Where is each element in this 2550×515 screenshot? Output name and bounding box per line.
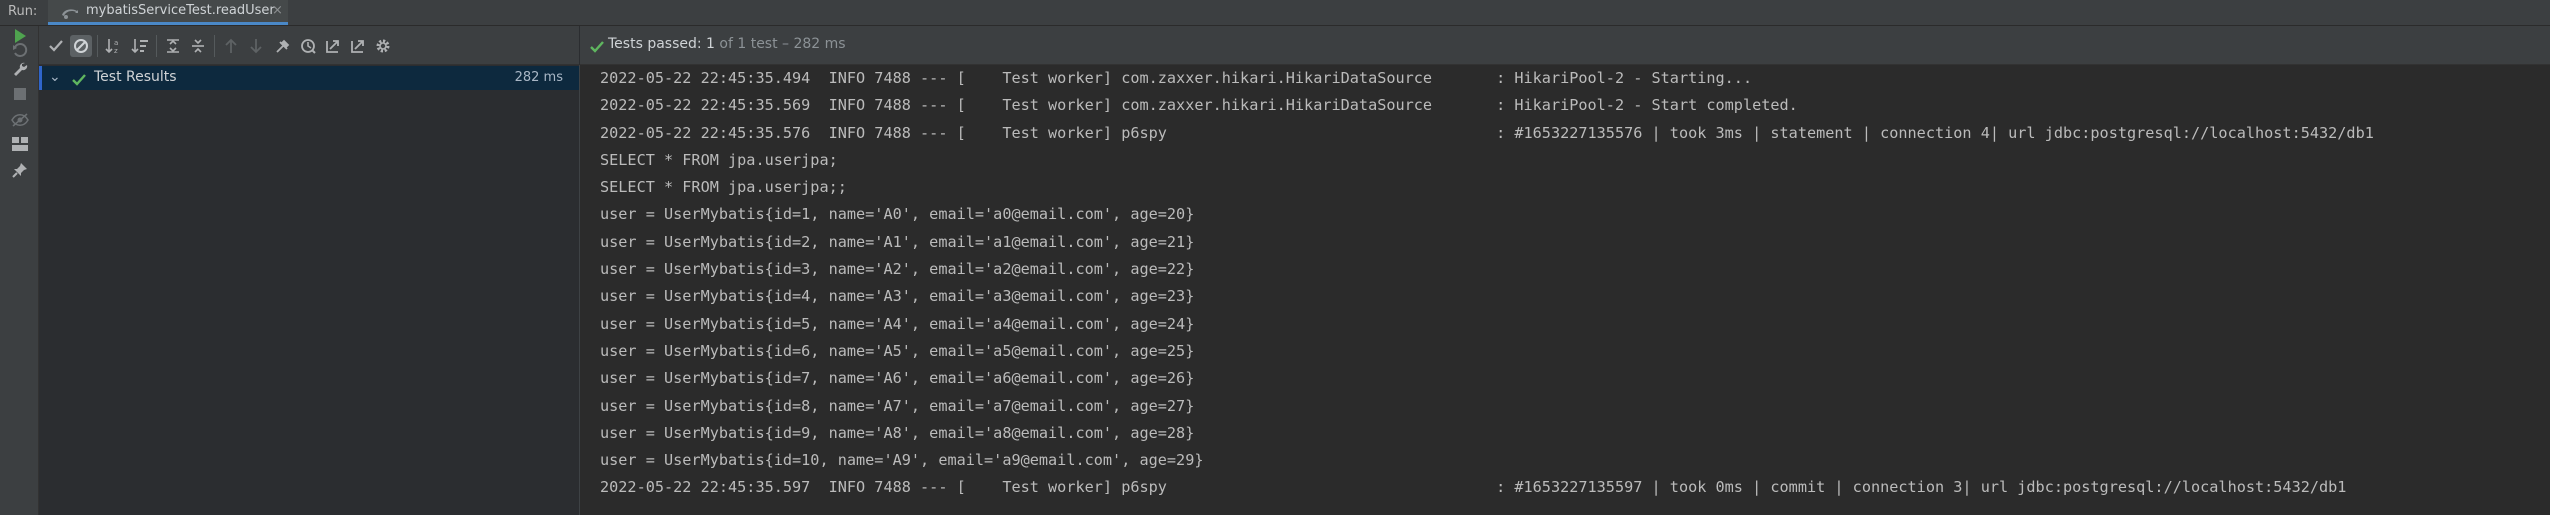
- console-line: user = UserMybatis{id=1, name='A0', emai…: [600, 205, 1195, 224]
- history-icon[interactable]: [297, 35, 319, 57]
- show-ignored-icon[interactable]: [70, 35, 92, 57]
- stop-icon[interactable]: [10, 84, 30, 104]
- tests-passed-count: Tests passed: 1: [608, 36, 715, 52]
- layout-icon[interactable]: [10, 134, 30, 154]
- eye-icon[interactable]: [10, 110, 30, 130]
- console-line: user = UserMybatis{id=2, name='A1', emai…: [600, 232, 1195, 251]
- settings-gear-icon[interactable]: [372, 35, 394, 57]
- test-passed-icon: [72, 71, 86, 90]
- console-line: user = UserMybatis{id=7, name='A6', emai…: [600, 369, 1195, 388]
- tree-row-duration: 282 ms: [514, 70, 563, 85]
- console-lines: 2022-05-22 22:45:35.494 INFO 7488 --- [ …: [600, 65, 2550, 502]
- console-output[interactable]: 2022-05-22 22:45:35.494 INFO 7488 --- [ …: [580, 65, 2550, 515]
- test-runner-toolbar: az: [39, 26, 579, 65]
- console-line: user = UserMybatis{id=9, name='A8', emai…: [600, 423, 1195, 442]
- console-line: user = UserMybatis{id=5, name='A4', emai…: [600, 314, 1195, 333]
- tab-run-configuration[interactable]: mybatisServiceTest.readUser ×: [48, 0, 288, 25]
- previous-failed-icon[interactable]: [220, 35, 242, 57]
- left-tool-strip: [0, 26, 39, 515]
- tests-passed-detail: of 1 test – 282 ms: [714, 36, 846, 52]
- console-line: SELECT * FROM jpa.userjpa;: [600, 150, 838, 169]
- export-icon[interactable]: [322, 35, 344, 57]
- console-line: SELECT * FROM jpa.userjpa;;: [600, 178, 847, 197]
- svg-text:z: z: [114, 47, 118, 54]
- toolbar-separator: [214, 35, 215, 57]
- tab-title: mybatisServiceTest.readUser: [86, 3, 275, 18]
- rerun-failed-icon[interactable]: [10, 40, 30, 60]
- console-line: 2022-05-22 22:45:35.569 INFO 7488 --- [ …: [600, 96, 1798, 115]
- console-line: user = UserMybatis{id=6, name='A5', emai…: [600, 341, 1195, 360]
- wrench-icon[interactable]: [10, 59, 30, 79]
- run-label: Run:: [8, 4, 38, 19]
- sort-alpha-icon[interactable]: az: [103, 35, 125, 57]
- open-external-icon[interactable]: [347, 35, 369, 57]
- test-results-tree: ⌄ Test Results 282 ms: [39, 65, 580, 515]
- console-line: user = UserMybatis{id=3, name='A2', emai…: [600, 260, 1195, 279]
- tests-passed-summary: Tests passed: 1 of 1 test – 282 ms: [608, 36, 846, 52]
- console-line: 2022-05-22 22:45:35.494 INFO 7488 --- [ …: [600, 69, 1753, 87]
- console-line: 2022-05-22 22:45:35.597 INFO 7488 --- [ …: [600, 478, 2347, 497]
- toolbar-separator: [97, 35, 98, 57]
- next-failed-icon[interactable]: [245, 35, 267, 57]
- pin-icon[interactable]: [10, 160, 30, 180]
- tree-row-label: Test Results: [94, 69, 177, 85]
- show-passed-icon[interactable]: [45, 35, 67, 57]
- collapse-all-icon[interactable]: [187, 35, 209, 57]
- import-tests-icon[interactable]: [272, 35, 294, 57]
- chevron-down-icon[interactable]: ⌄: [49, 69, 61, 85]
- test-config-icon: [60, 5, 80, 24]
- test-status-bar: Tests passed: 1 of 1 test – 282 ms: [580, 26, 2550, 65]
- tree-row-test-results[interactable]: ⌄ Test Results 282 ms: [39, 66, 579, 90]
- console-line: user = UserMybatis{id=8, name='A7', emai…: [600, 396, 1195, 415]
- toolbar-separator: [156, 35, 157, 57]
- run-tool-window-header: Run: mybatisServiceTest.readUser ×: [0, 0, 2550, 26]
- close-icon[interactable]: ×: [272, 3, 283, 18]
- sort-duration-icon[interactable]: [129, 35, 151, 57]
- console-line: user = UserMybatis{id=10, name='A9', ema…: [600, 451, 1204, 470]
- console-line: 2022-05-22 22:45:35.576 INFO 7488 --- [ …: [600, 123, 2374, 142]
- svg-text:a: a: [114, 39, 118, 47]
- check-icon: [590, 38, 604, 57]
- console-line: user = UserMybatis{id=4, name='A3', emai…: [600, 287, 1195, 306]
- expand-all-icon[interactable]: [162, 35, 184, 57]
